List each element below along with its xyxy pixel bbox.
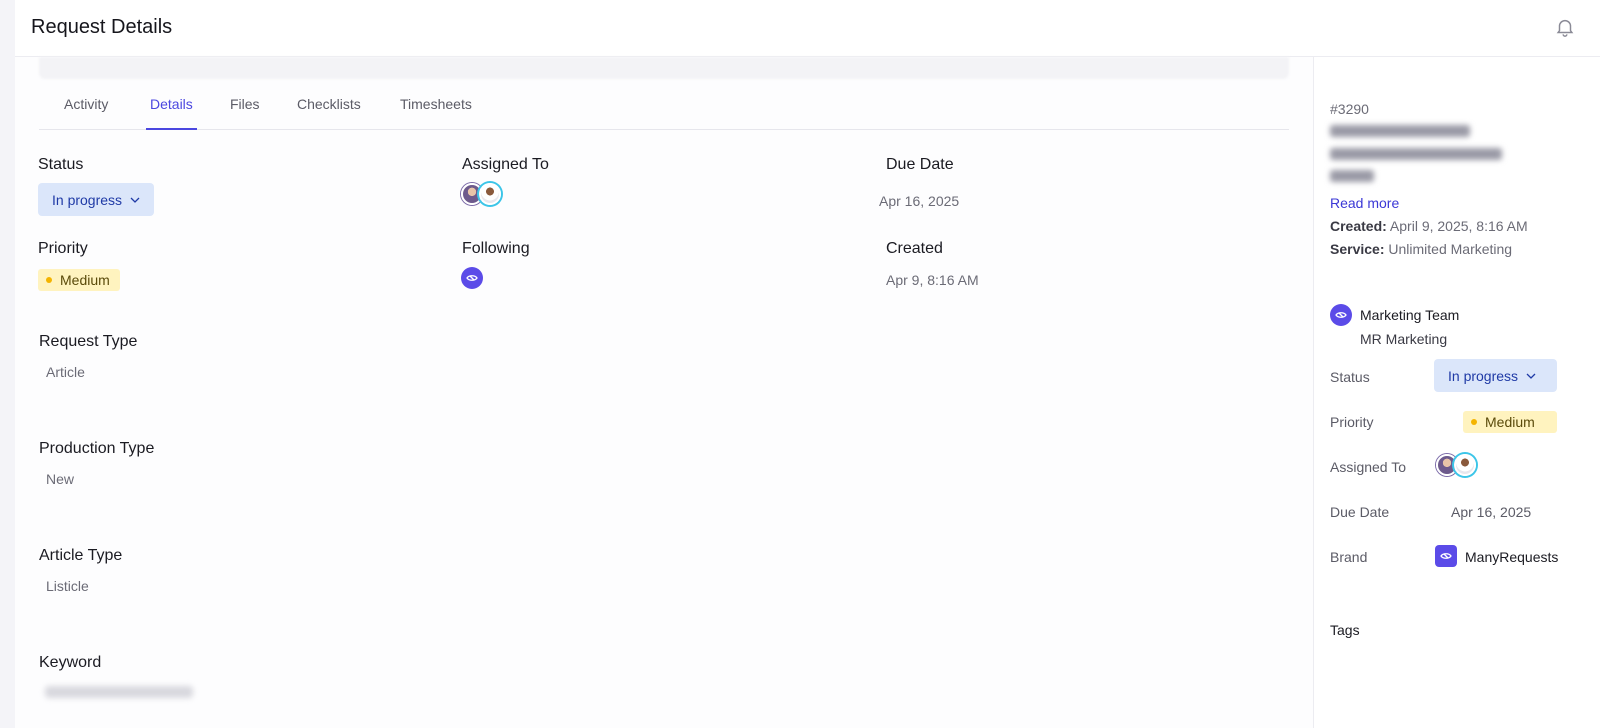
avatar[interactable] (1454, 454, 1476, 476)
tab-activity[interactable]: Activity (64, 96, 108, 112)
read-more-link[interactable]: Read more (1330, 195, 1399, 211)
active-tab-indicator (146, 128, 197, 130)
created-label: Created (886, 240, 943, 257)
sidebar-due-label: Due Date (1330, 504, 1390, 520)
priority-label: Priority (38, 240, 88, 257)
bell-icon[interactable] (1554, 16, 1576, 38)
due-date-value: Apr 16, 2025 (879, 193, 960, 209)
chevron-down-icon (130, 197, 140, 203)
sidebar-tags-label: Tags (1330, 622, 1360, 638)
sidebar-priority-value: Medium (1485, 414, 1535, 430)
priority-badge[interactable]: Medium (38, 269, 120, 291)
status-dropdown[interactable]: In progress (38, 183, 155, 216)
top-bar: Request Details (15, 0, 1600, 57)
sidebar-brand-value[interactable]: ManyRequests (1465, 549, 1558, 565)
following-team-icon[interactable] (461, 267, 483, 289)
page-title: Request Details (31, 16, 173, 38)
production-type-label: Production Type (39, 440, 155, 457)
description-blurred (1330, 148, 1502, 160)
assignee-avatars[interactable] (461, 183, 501, 205)
sidebar-brand-label: Brand (1330, 549, 1368, 565)
article-type-label: Article Type (39, 547, 123, 564)
brand-logo-icon (1435, 545, 1457, 567)
tab-timesheets[interactable]: Timesheets (400, 96, 472, 112)
keyword-label: Keyword (39, 654, 102, 671)
description-blurred (1330, 170, 1374, 182)
sidebar-status-value: In progress (1448, 367, 1519, 384)
created-meta-label: Created: (1330, 218, 1387, 234)
created-meta: Created: April 9, 2025, 8:16 AM (1330, 218, 1528, 234)
sidebar-status-label: Status (1330, 369, 1370, 385)
status-value: In progress (52, 191, 123, 208)
service-meta-label: Service: (1330, 241, 1385, 257)
keyword-value-blurred (45, 686, 193, 698)
priority-dot (46, 277, 52, 283)
request-type-value: Article (46, 364, 85, 380)
article-type-value: Listicle (46, 578, 89, 594)
due-date-label: Due Date (886, 156, 954, 173)
chevron-down-icon (1526, 373, 1536, 379)
sidebar-priority-label: Priority (1330, 414, 1374, 430)
tab-checklists[interactable]: Checklists (297, 96, 361, 112)
request-title-blurred (39, 57, 1289, 79)
created-meta-value: April 9, 2025, 8:16 AM (1389, 218, 1528, 234)
sidebar-status-dropdown[interactable]: In progress (1434, 359, 1557, 392)
created-value: Apr 9, 8:16 AM (886, 272, 979, 288)
following-label: Following (462, 240, 530, 257)
app-frame: Request Details Activity Details Files C… (15, 0, 1600, 728)
priority-dot (1471, 419, 1477, 425)
production-type-value: New (46, 471, 75, 487)
sidebar-assigned-label: Assigned To (1330, 459, 1407, 475)
main-panel: Activity Details Files Checklists Timesh… (15, 57, 1313, 728)
description-blurred (1330, 125, 1470, 137)
team-subtitle: MR Marketing (1360, 331, 1448, 347)
service-meta-value: Unlimited Marketing (1388, 241, 1513, 257)
sidebar-due-value: Apr 16, 2025 (1451, 504, 1532, 520)
tab-details[interactable]: Details (150, 96, 193, 112)
service-meta: Service: Unlimited Marketing (1330, 241, 1512, 257)
team-name: Marketing Team (1360, 307, 1460, 323)
request-id: #3290 (1330, 101, 1369, 117)
tab-bar: Activity Details Files Checklists Timesh… (39, 82, 1289, 130)
status-label: Status (38, 156, 84, 173)
right-sidebar: #3290 Read more Created: April 9, 2025, … (1313, 57, 1600, 728)
request-type-label: Request Type (39, 333, 138, 350)
avatar[interactable] (479, 183, 501, 205)
priority-value: Medium (60, 272, 110, 288)
tab-files[interactable]: Files (230, 96, 260, 112)
team-icon (1330, 304, 1352, 326)
sidebar-priority-badge[interactable]: Medium (1463, 411, 1557, 433)
assigned-to-label: Assigned To (462, 156, 549, 173)
sidebar-assignee-avatars[interactable] (1436, 454, 1476, 476)
